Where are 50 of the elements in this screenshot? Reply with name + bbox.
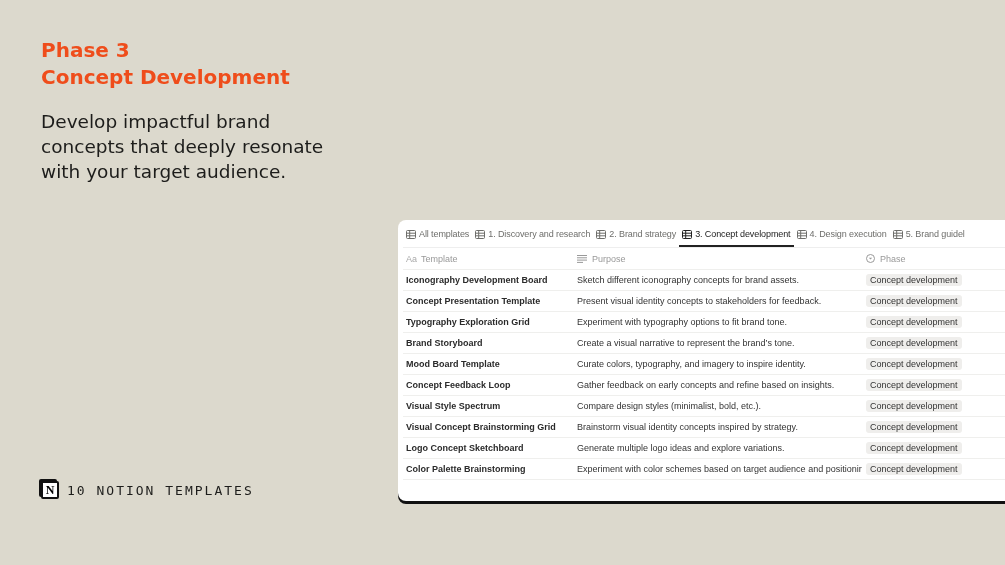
view-tab[interactable]: All templates (403, 229, 473, 247)
template-name[interactable]: Visual Style Spectrum (406, 401, 501, 411)
view-tab[interactable]: 4. Design execution (793, 229, 890, 247)
phase-tag: Concept development (866, 295, 962, 307)
template-name[interactable]: Color Palette Brainstorming (406, 464, 526, 474)
table-icon (682, 229, 693, 239)
table-icon (796, 229, 807, 239)
table-cell: Curate colors, typography, and imagery to inspire identity. (577, 359, 806, 369)
table-cell: Sketch different iconography concepts for brand assets. (577, 275, 799, 285)
table-icon (475, 229, 486, 239)
table-cell: Present visual identity concepts to stakeholders for feedback. (577, 296, 822, 306)
table-cell: Gather feedback on early concepts and refine based on insights. (577, 380, 835, 390)
phase-tag: Concept development (866, 463, 962, 475)
view-tab[interactable]: 2. Brand strategy (593, 229, 680, 247)
phase-label: Phase 3 (41, 37, 131, 64)
table-cell: Create a visual narrative to represent the brand’s tone. (577, 338, 795, 348)
view-tab[interactable]: 5. Brand guidel (889, 229, 968, 247)
view-tab[interactable]: 3. Concept development (679, 229, 794, 247)
phase-tag: Concept development (866, 442, 962, 454)
table-cell: Experiment with typography options to fit brand tone. (577, 317, 788, 327)
table-cell: Experiment with color schemes based on target audience and positionir (577, 464, 862, 474)
table-icon (406, 229, 416, 239)
template-name[interactable]: Visual Concept Brainstorming Grid (406, 422, 556, 432)
phase-tag: Concept development (866, 421, 962, 433)
table-cell: Brainstorm visual identity concepts inspired by strategy. (577, 422, 798, 432)
dropdown-circle-icon (866, 254, 875, 263)
table-icon (892, 229, 903, 239)
template-name[interactable]: Concept Feedback Loop (406, 380, 511, 390)
phase-tag: Concept development (866, 274, 962, 286)
template-name[interactable]: Typography Exploration Grid (406, 317, 530, 327)
phase-tag: Concept development (866, 379, 962, 391)
table-cell: Compare design styles (minimalist, bold, etc.). (577, 401, 762, 411)
footer-label: 10 NOTION TEMPLATES (67, 482, 254, 498)
slide-title: Concept Development (41, 64, 291, 91)
phase-tag: Concept development (866, 358, 962, 370)
notion-logo: N (41, 481, 59, 499)
phase-tag: Concept development (866, 400, 962, 412)
table-icon (596, 229, 607, 239)
template-name[interactable]: Logo Concept Sketchboard (406, 443, 524, 453)
template-name[interactable]: Mood Board Template (406, 359, 500, 369)
table-cell: Generate multiple logo ideas and explore variations. (577, 443, 785, 453)
lines-icon (577, 254, 587, 263)
template-name[interactable]: Iconography Development Board (406, 275, 548, 285)
phase-tag: Concept development (866, 337, 962, 349)
text-type-icon: Aa (406, 253, 417, 264)
phase-tag: Concept development (866, 316, 962, 328)
template-name[interactable]: Brand Storyboard (406, 338, 483, 348)
view-tab[interactable]: 1. Discovery and research (472, 229, 594, 247)
slide-description: Develop impactful brand concepts that deeply resonate with your target audience. (41, 110, 325, 184)
template-name[interactable]: Concept Presentation Template (406, 296, 541, 306)
